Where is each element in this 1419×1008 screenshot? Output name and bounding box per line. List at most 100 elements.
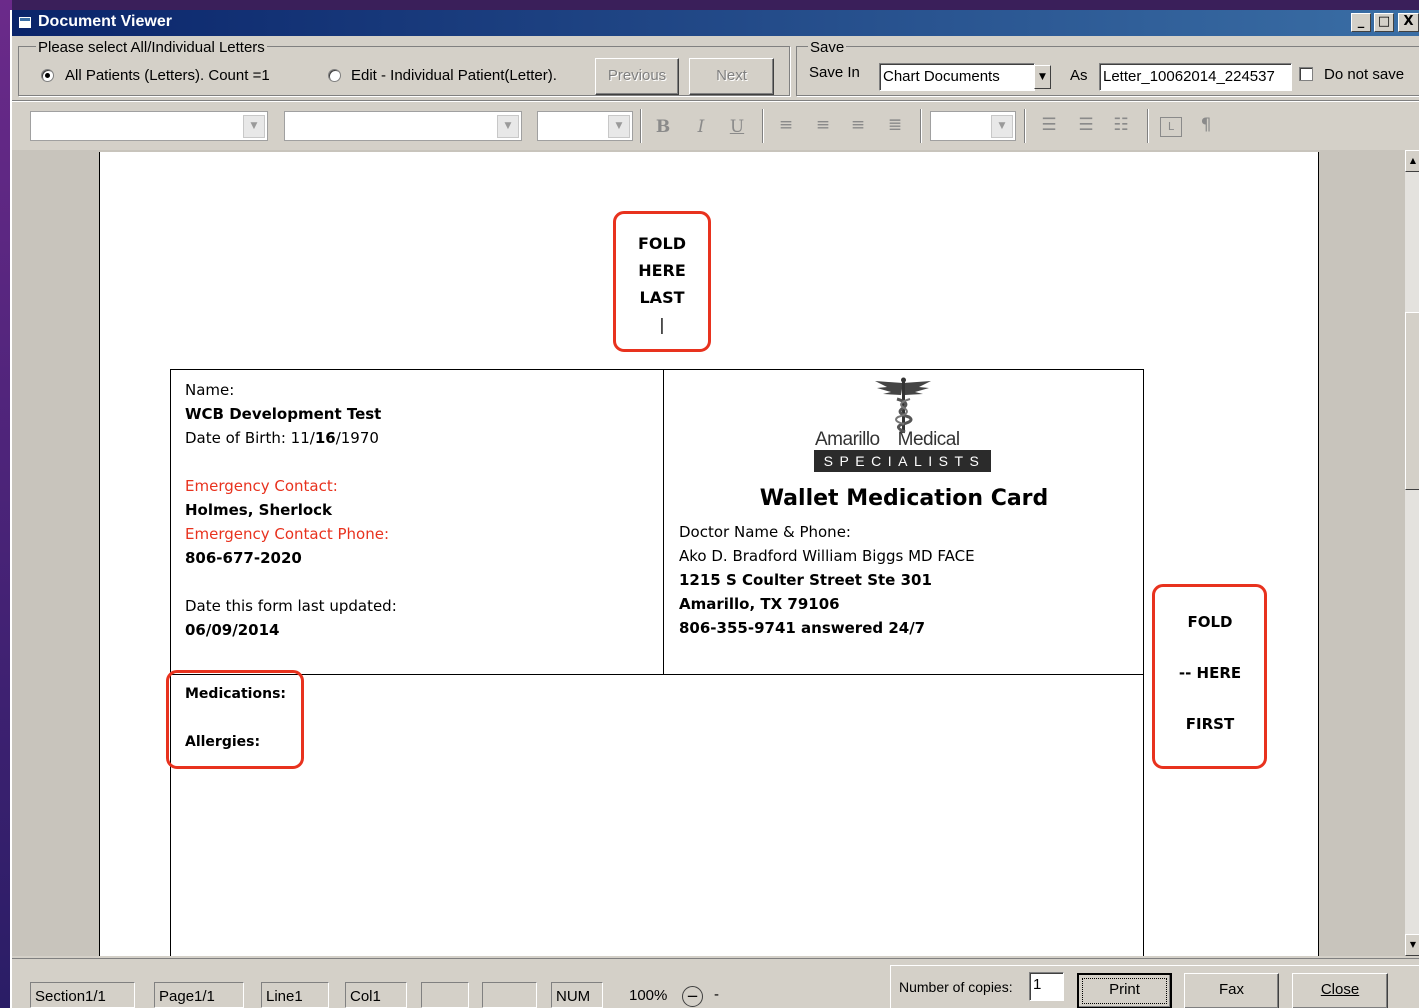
fold-first-line1: FOLD <box>1187 613 1233 631</box>
save-in-dropdown-arrow-icon[interactable]: ▼ <box>1034 65 1051 89</box>
dob-suffix: /1970 <box>335 429 379 447</box>
underline-button[interactable]: U <box>725 117 749 137</box>
window-title: Document Viewer <box>38 13 172 30</box>
last-updated-date: 06/09/2014 <box>185 621 280 639</box>
fold-last-line1: FOLD <box>637 234 686 253</box>
medications-label: Medications: <box>185 686 287 702</box>
frame-icon[interactable]: L <box>1160 117 1182 137</box>
select-letters-group-label: Please select All/Individual Letters <box>36 39 267 56</box>
status-line: Line1 <box>261 982 329 1008</box>
document-page[interactable]: FOLD HERE LAST | Name: WCB Development T… <box>99 152 1319 956</box>
logo-name-left: Amarillo <box>815 429 880 450</box>
save-in-combo[interactable]: Chart Documents <box>879 63 1035 91</box>
text-cursor: | <box>659 315 665 334</box>
maximize-button[interactable]: □ <box>1374 13 1394 32</box>
fax-button[interactable]: Fax <box>1184 973 1279 1008</box>
filename-input[interactable]: Letter_10062014_224537 <box>1099 63 1292 91</box>
previous-button[interactable]: Previous <box>595 58 679 95</box>
document-viewer-window: Document Viewer _ □ X Please select All/… <box>10 10 1419 1008</box>
document-area[interactable]: FOLD HERE LAST | Name: WCB Development T… <box>12 150 1419 956</box>
title-bar[interactable]: Document Viewer _ □ X <box>12 10 1419 36</box>
justify-icon[interactable]: ≣ <box>883 115 907 135</box>
fold-first-line2: -- HERE <box>1178 664 1242 682</box>
clinic-street: 1215 S Coulter Street Ste 301 <box>679 571 932 589</box>
clinic-phone: 806-355-9741 answered 24/7 <box>679 619 926 637</box>
indent-list-icon[interactable]: ☷ <box>1108 115 1134 135</box>
edit-individual-radio[interactable] <box>328 69 341 82</box>
font-combo[interactable]: ▼ <box>284 111 522 141</box>
minimize-button[interactable]: _ <box>1351 13 1371 32</box>
scroll-up-arrow-icon[interactable]: ▲ <box>1405 150 1419 172</box>
align-left-icon[interactable]: ≡ <box>774 115 798 135</box>
patient-name: WCB Development Test <box>185 405 382 423</box>
fold-first-line3: FIRST <box>1185 715 1235 733</box>
numbered-list-icon[interactable]: ☰ <box>1036 115 1062 135</box>
status-section: Section1/1 <box>30 982 135 1008</box>
save-group-label: Save <box>808 39 847 56</box>
emergency-phone: 806-677-2020 <box>185 549 302 567</box>
logo-name-right: Medical <box>897 429 960 450</box>
vertical-scrollbar[interactable]: ▲ ▼ <box>1405 150 1419 956</box>
font-size-dropdown-arrow-icon[interactable]: ▼ <box>608 115 630 138</box>
card-column-divider <box>663 369 664 675</box>
toolbar-separator <box>1024 109 1026 143</box>
caduceus-logo-icon <box>867 377 939 435</box>
close-button[interactable]: Close <box>1292 973 1388 1008</box>
emergency-contact-name: Holmes, Sherlock <box>185 501 333 519</box>
status-zoom: 100% <box>629 987 668 1004</box>
pilcrow-icon[interactable]: ¶ <box>1195 115 1217 135</box>
toolbar-separator <box>920 109 922 143</box>
scrollbar-thumb[interactable] <box>1405 312 1419 490</box>
logo-specialists-band: SPECIALISTS <box>814 450 991 472</box>
style-dropdown-arrow-icon[interactable]: ▼ <box>243 115 265 138</box>
bullet-list-icon[interactable]: ☰ <box>1073 115 1099 135</box>
fold-last-line2: HERE <box>638 261 686 280</box>
card-title: Wallet Medication Card <box>759 486 1049 511</box>
edit-individual-label[interactable]: Edit - Individual Patient(Letter). <box>351 67 557 84</box>
align-center-icon[interactable]: ≡ <box>811 115 835 135</box>
clinic-city: Amarillo, TX 79106 <box>679 595 840 613</box>
style-combo[interactable]: ▼ <box>30 111 268 141</box>
do-not-save-checkbox[interactable] <box>1299 67 1313 81</box>
dob-prefix: Date of Birth: 11/ <box>185 429 315 447</box>
copies-input[interactable]: 1 <box>1029 972 1064 1001</box>
app-icon <box>18 16 32 29</box>
font-dropdown-arrow-icon[interactable]: ▼ <box>497 115 519 138</box>
last-updated-label: Date this form last updated: <box>185 597 397 615</box>
status-blank-1 <box>421 982 469 1008</box>
all-patients-radio[interactable] <box>41 69 54 82</box>
toolbar-separator <box>762 109 764 143</box>
do-not-save-label[interactable]: Do not save <box>1324 66 1404 83</box>
doctor-name: Ako D. Bradford William Biggs MD FACE <box>679 547 975 565</box>
scroll-down-arrow-icon[interactable]: ▼ <box>1405 934 1419 956</box>
status-page: Page1/1 <box>154 982 244 1008</box>
zoom-out-icon[interactable]: − <box>682 986 703 1007</box>
patient-dob: Date of Birth: 11/16/1970 <box>185 426 379 450</box>
status-col: Col1 <box>345 982 407 1008</box>
font-size-combo[interactable]: ▼ <box>537 111 633 141</box>
zoom-dropdown-arrow-icon[interactable]: ▼ <box>991 115 1013 138</box>
doctor-label: Doctor Name & Phone: <box>679 523 851 541</box>
logo-wordmark: Amarillo Medical <box>815 429 960 451</box>
card-row-divider <box>170 674 1144 675</box>
format-toolbar: ▼ ▼ ▼ B I U ≡ ≡ ≡ ≣ ▼ ☰ ☰ ☷ L ¶ <box>12 100 1419 148</box>
toolbar-separator <box>1147 109 1149 143</box>
italic-button[interactable]: I <box>689 117 713 137</box>
emergency-phone-label: Emergency Contact Phone: <box>185 525 390 543</box>
zoom-combo[interactable]: ▼ <box>930 111 1016 141</box>
status-blank-2 <box>482 982 537 1008</box>
wallet-card-table <box>170 369 1144 956</box>
all-patients-label[interactable]: All Patients (Letters). Count =1 <box>65 67 270 84</box>
allergies-label: Allergies: <box>185 734 261 750</box>
bold-button[interactable]: B <box>651 117 675 137</box>
toolbar-separator <box>640 109 642 143</box>
zoom-slider-mark: - <box>714 986 719 1003</box>
close-window-button[interactable]: X <box>1398 13 1419 32</box>
emergency-contact-label: Emergency Contact: <box>185 477 338 495</box>
next-button[interactable]: Next <box>689 58 774 95</box>
as-label: As <box>1070 67 1088 84</box>
align-right-icon[interactable]: ≡ <box>846 115 870 135</box>
print-button[interactable]: Print <box>1077 973 1172 1008</box>
copies-label: Number of copies: <box>899 979 1013 995</box>
save-in-label: Save In <box>809 64 860 81</box>
